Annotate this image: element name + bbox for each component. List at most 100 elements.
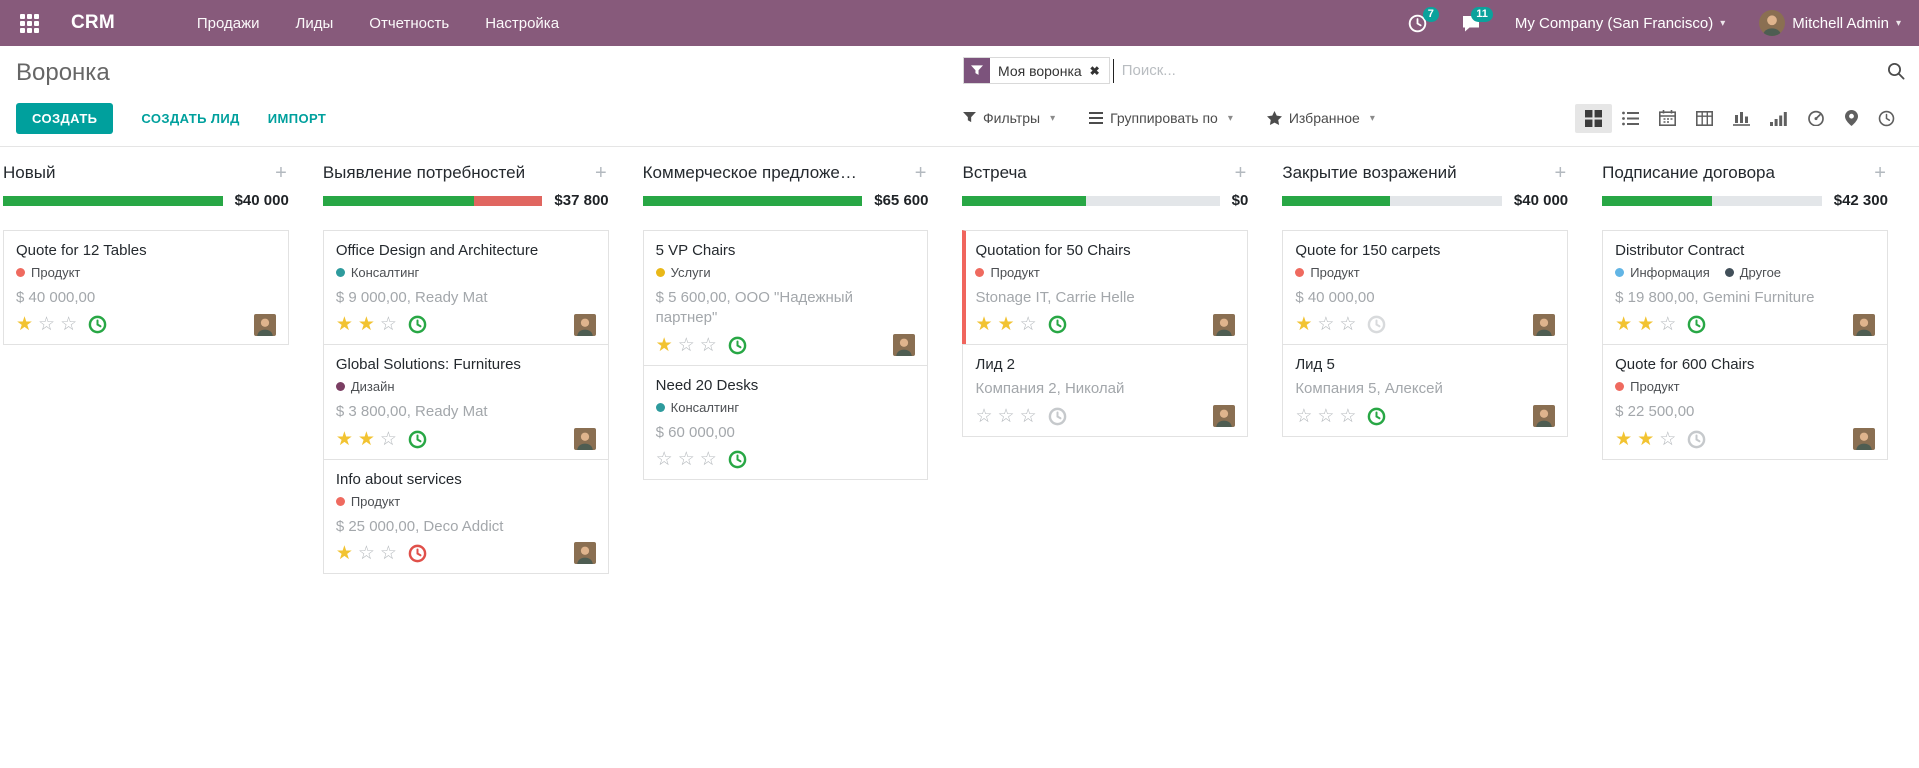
star-icon[interactable]: ☆	[380, 313, 397, 336]
view-activity-button[interactable]	[1868, 104, 1905, 133]
plus-icon[interactable]: +	[1552, 165, 1568, 181]
activity-clock-icon[interactable]	[1048, 315, 1067, 334]
create-lead-button[interactable]: СОЗДАТЬ ЛИД	[141, 111, 239, 126]
progress-green-segment[interactable]	[1282, 196, 1390, 206]
column-progressbar[interactable]	[3, 196, 223, 206]
kanban-card[interactable]: Need 20 Desks Консалтинг $ 60 000,00 ☆☆☆	[643, 365, 929, 480]
apps-menu-icon[interactable]	[20, 14, 39, 33]
view-pivot-button[interactable]	[1686, 105, 1723, 132]
progress-green-segment[interactable]	[3, 196, 223, 206]
activities-clock-icon[interactable]: 7	[1408, 14, 1427, 33]
activity-clock-icon[interactable]	[408, 315, 427, 334]
star-icon[interactable]: ☆	[656, 448, 673, 471]
activity-clock-icon[interactable]	[1687, 430, 1706, 449]
menu-reporting[interactable]: Отчетность	[369, 15, 449, 32]
star-icon[interactable]: ☆	[678, 334, 695, 357]
star-icon[interactable]: ★	[358, 313, 375, 336]
star-icon[interactable]: ★	[1637, 428, 1654, 451]
menu-settings[interactable]: Настройка	[485, 15, 559, 32]
progress-green-segment[interactable]	[643, 196, 863, 206]
star-icon[interactable]: ☆	[1020, 313, 1037, 336]
star-icon[interactable]: ☆	[60, 313, 77, 336]
star-icon[interactable]: ★	[975, 313, 992, 336]
import-button[interactable]: ИМПОРТ	[268, 111, 326, 126]
groupby-menu[interactable]: Группировать по ▾	[1089, 110, 1233, 126]
star-icon[interactable]: ★	[1637, 313, 1654, 336]
user-menu[interactable]: Mitchell Admin ▾	[1759, 10, 1901, 36]
plus-icon[interactable]: +	[913, 165, 929, 181]
view-cohort-button[interactable]	[1760, 105, 1797, 132]
kanban-card[interactable]: Quote for 150 carpets Продукт $ 40 000,0…	[1282, 230, 1568, 345]
star-icon[interactable]: ☆	[998, 405, 1015, 428]
star-icon[interactable]: ★	[336, 428, 353, 451]
progress-green-segment[interactable]	[1602, 196, 1712, 206]
activity-clock-icon[interactable]	[408, 544, 427, 563]
progress-green-segment[interactable]	[323, 196, 475, 206]
star-icon[interactable]: ☆	[1339, 313, 1356, 336]
star-icon[interactable]: ★	[656, 334, 673, 357]
star-icon[interactable]: ☆	[975, 405, 992, 428]
view-dashboard-button[interactable]	[1797, 104, 1835, 132]
filters-menu[interactable]: Фильтры ▾	[963, 110, 1055, 126]
menu-sales[interactable]: Продажи	[197, 15, 260, 32]
kanban-card[interactable]: Distributor Contract Информация Другое $…	[1602, 230, 1888, 345]
plus-icon[interactable]: +	[593, 165, 609, 181]
search-input[interactable]	[1114, 58, 1881, 83]
star-icon[interactable]: ☆	[678, 448, 695, 471]
star-icon[interactable]: ☆	[358, 542, 375, 565]
star-icon[interactable]: ★	[1615, 428, 1632, 451]
star-icon[interactable]: ★	[1615, 313, 1632, 336]
progress-red-segment[interactable]	[474, 196, 542, 206]
search-facet[interactable]: Моя воронка ✖	[963, 57, 1110, 84]
plus-icon[interactable]: +	[273, 165, 289, 181]
star-icon[interactable]: ☆	[1295, 405, 1312, 428]
remove-facet-icon[interactable]: ✖	[1090, 58, 1109, 83]
favorites-menu[interactable]: Избранное ▾	[1267, 110, 1375, 126]
star-icon[interactable]: ☆	[1659, 313, 1676, 336]
create-button[interactable]: СОЗДАТЬ	[16, 103, 113, 134]
activity-clock-icon[interactable]	[1367, 315, 1386, 334]
kanban-card[interactable]: Info about services Продукт $ 25 000,00,…	[323, 459, 609, 574]
activity-clock-icon[interactable]	[728, 336, 747, 355]
star-icon[interactable]: ☆	[700, 448, 717, 471]
kanban-card[interactable]: 5 VP Chairs Услуги $ 5 600,00, ООО "Наде…	[643, 230, 929, 366]
star-icon[interactable]: ☆	[1317, 405, 1334, 428]
star-icon[interactable]: ☆	[380, 428, 397, 451]
messages-bubble-icon[interactable]: 11	[1461, 14, 1481, 33]
view-graph-button[interactable]	[1723, 104, 1760, 132]
activity-clock-icon[interactable]	[1048, 407, 1067, 426]
kanban-card[interactable]: Quote for 12 Tables Продукт $ 40 000,00 …	[3, 230, 289, 345]
plus-icon[interactable]: +	[1233, 165, 1249, 181]
search-icon[interactable]	[1887, 62, 1905, 80]
star-icon[interactable]: ★	[998, 313, 1015, 336]
column-progressbar[interactable]	[643, 196, 863, 206]
star-icon[interactable]: ☆	[1317, 313, 1334, 336]
star-icon[interactable]: ★	[336, 313, 353, 336]
column-progressbar[interactable]	[323, 196, 543, 206]
kanban-card[interactable]: Global Solutions: Furnitures Дизайн $ 3 …	[323, 344, 609, 459]
star-icon[interactable]: ★	[336, 542, 353, 565]
plus-icon[interactable]: +	[1872, 165, 1888, 181]
view-calendar-button[interactable]	[1649, 104, 1686, 132]
column-progressbar[interactable]	[1602, 196, 1822, 206]
kanban-card[interactable]: Лид 2 Компания 2, Николай ☆☆☆	[962, 344, 1248, 436]
kanban-card[interactable]: Лид 5 Компания 5, Алексей ☆☆☆	[1282, 344, 1568, 436]
star-icon[interactable]: ★	[16, 313, 33, 336]
star-icon[interactable]: ★	[1295, 313, 1312, 336]
activity-clock-icon[interactable]	[728, 450, 747, 469]
star-icon[interactable]: ☆	[1659, 428, 1676, 451]
star-icon[interactable]: ☆	[380, 542, 397, 565]
activity-clock-icon[interactable]	[408, 430, 427, 449]
activity-clock-icon[interactable]	[1687, 315, 1706, 334]
star-icon[interactable]: ☆	[38, 313, 55, 336]
kanban-card[interactable]: Quotation for 50 Chairs Продукт Stonage …	[962, 230, 1248, 345]
progress-green-segment[interactable]	[962, 196, 1085, 206]
activity-clock-icon[interactable]	[1367, 407, 1386, 426]
company-switcher[interactable]: My Company (San Francisco) ▾	[1515, 15, 1725, 32]
kanban-card[interactable]: Office Design and Architecture Консалтин…	[323, 230, 609, 345]
star-icon[interactable]: ★	[358, 428, 375, 451]
star-icon[interactable]: ☆	[1020, 405, 1037, 428]
menu-leads[interactable]: Лиды	[296, 15, 334, 32]
column-progressbar[interactable]	[1282, 196, 1502, 206]
activity-clock-icon[interactable]	[88, 315, 107, 334]
